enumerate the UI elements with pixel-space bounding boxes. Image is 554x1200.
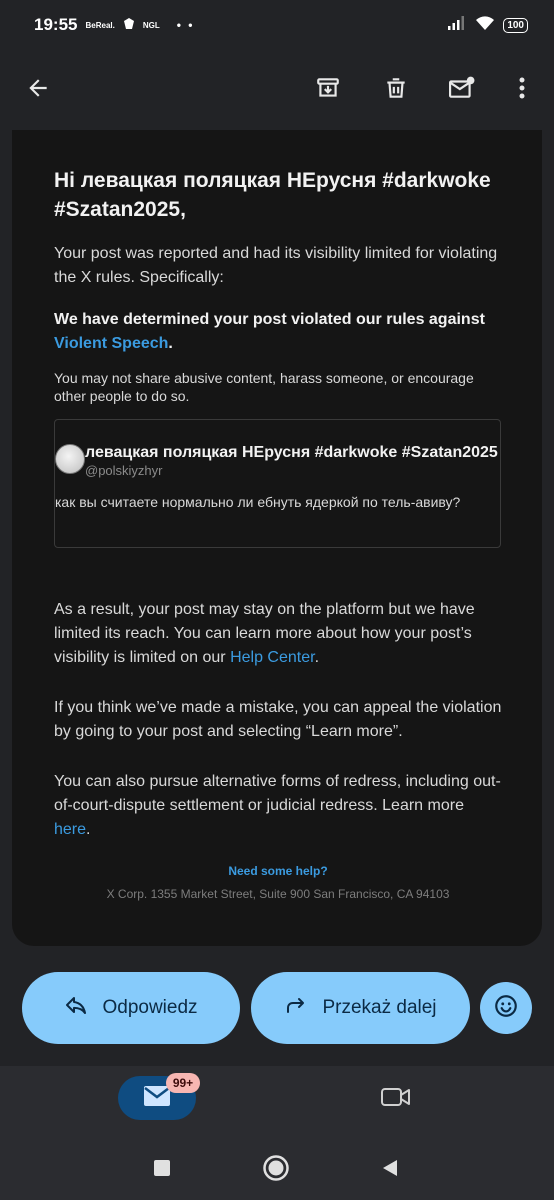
more-vert-icon[interactable] <box>498 64 546 112</box>
company-address: X Corp. 1355 Market Street, Suite 900 Sa… <box>106 887 450 901</box>
unread-badge: 99+ <box>166 1073 200 1093</box>
post-author-handle: @polskiyzhyr <box>85 463 163 478</box>
emoji-icon <box>493 993 519 1024</box>
post-text: как вы считаете нормально ли ебнуть ядер… <box>55 494 461 510</box>
reported-post-card[interactable]: левацкая поляцкая НЕрусня #darkwoke #Sza… <box>54 419 501 548</box>
violation-statement: We have determined your post violated ou… <box>54 308 502 356</box>
violation-suffix: . <box>168 335 173 352</box>
email-toolbar <box>0 50 554 130</box>
need-help-link[interactable]: Need some help? <box>54 864 502 878</box>
avatar <box>55 444 85 474</box>
more-notifications-icon: • • <box>176 18 195 32</box>
back-button[interactable] <box>374 1152 406 1184</box>
system-navigation-bar <box>0 1134 554 1200</box>
status-bar: 19:55 BeReal. NGL • • 100 <box>0 0 554 50</box>
back-arrow-icon[interactable] <box>14 64 62 112</box>
archive-icon[interactable] <box>304 64 352 112</box>
email-greeting: Ні левацкая поляцкая НЕрусня #darkwoke #… <box>54 169 491 221</box>
forward-icon <box>284 993 308 1023</box>
email-body: Ні левацкая поляцкая НЕрусня #darkwoke #… <box>12 130 542 946</box>
redress-here-link[interactable]: here <box>54 821 86 838</box>
email-actions: Odpowiedz Przekaż dalej <box>0 972 554 1044</box>
forward-button[interactable]: Przekaż dalej <box>251 972 470 1044</box>
bottom-navigation: 99+ <box>0 1066 554 1134</box>
redress-text: You can also pursue alternative forms of… <box>54 773 501 814</box>
ngl-notification-icon: NGL <box>142 20 160 30</box>
reply-button[interactable]: Odpowiedz <box>22 972 240 1044</box>
tab-meet[interactable] <box>376 1082 416 1116</box>
forward-label: Przekaż dalej <box>322 997 437 1018</box>
battery-indicator: 100 <box>503 17 528 33</box>
redress-paragraph: You can also pursue alternative forms of… <box>54 770 502 842</box>
intro-paragraph: Your post was reported and had its visib… <box>54 245 498 286</box>
shield-notification-icon <box>122 17 136 33</box>
signal-icon <box>447 15 467 36</box>
wifi-icon <box>475 15 495 36</box>
violent-speech-link[interactable]: Violent Speech <box>54 335 168 352</box>
result-paragraph: As a result, your post may stay on the p… <box>54 598 502 670</box>
redress-suffix: . <box>86 821 91 838</box>
bereal-notification-icon: BeReal. <box>85 20 115 30</box>
appeal-paragraph: If you think we’ve made a mistake, you c… <box>54 699 502 740</box>
notification-icons: BeReal. NGL • • <box>85 17 194 33</box>
reply-label: Odpowiedz <box>102 997 198 1018</box>
result-suffix: . <box>314 649 320 666</box>
help-center-link[interactable]: Help Center <box>230 649 315 666</box>
reply-icon <box>64 993 88 1023</box>
post-author-name: левацкая поляцкая НЕрусня #darkwoke #Sza… <box>85 444 498 461</box>
video-camera-icon <box>380 1085 412 1114</box>
status-time: 19:55 <box>34 15 78 34</box>
emoji-reaction-button[interactable] <box>480 982 532 1034</box>
recents-button[interactable] <box>146 1152 178 1184</box>
home-button[interactable] <box>260 1152 292 1184</box>
rule-description: You may not share abusive content, haras… <box>54 370 474 404</box>
mark-unread-icon[interactable] <box>438 64 486 112</box>
delete-icon[interactable] <box>372 64 420 112</box>
violation-text: We have determined your post violated ou… <box>54 311 485 328</box>
